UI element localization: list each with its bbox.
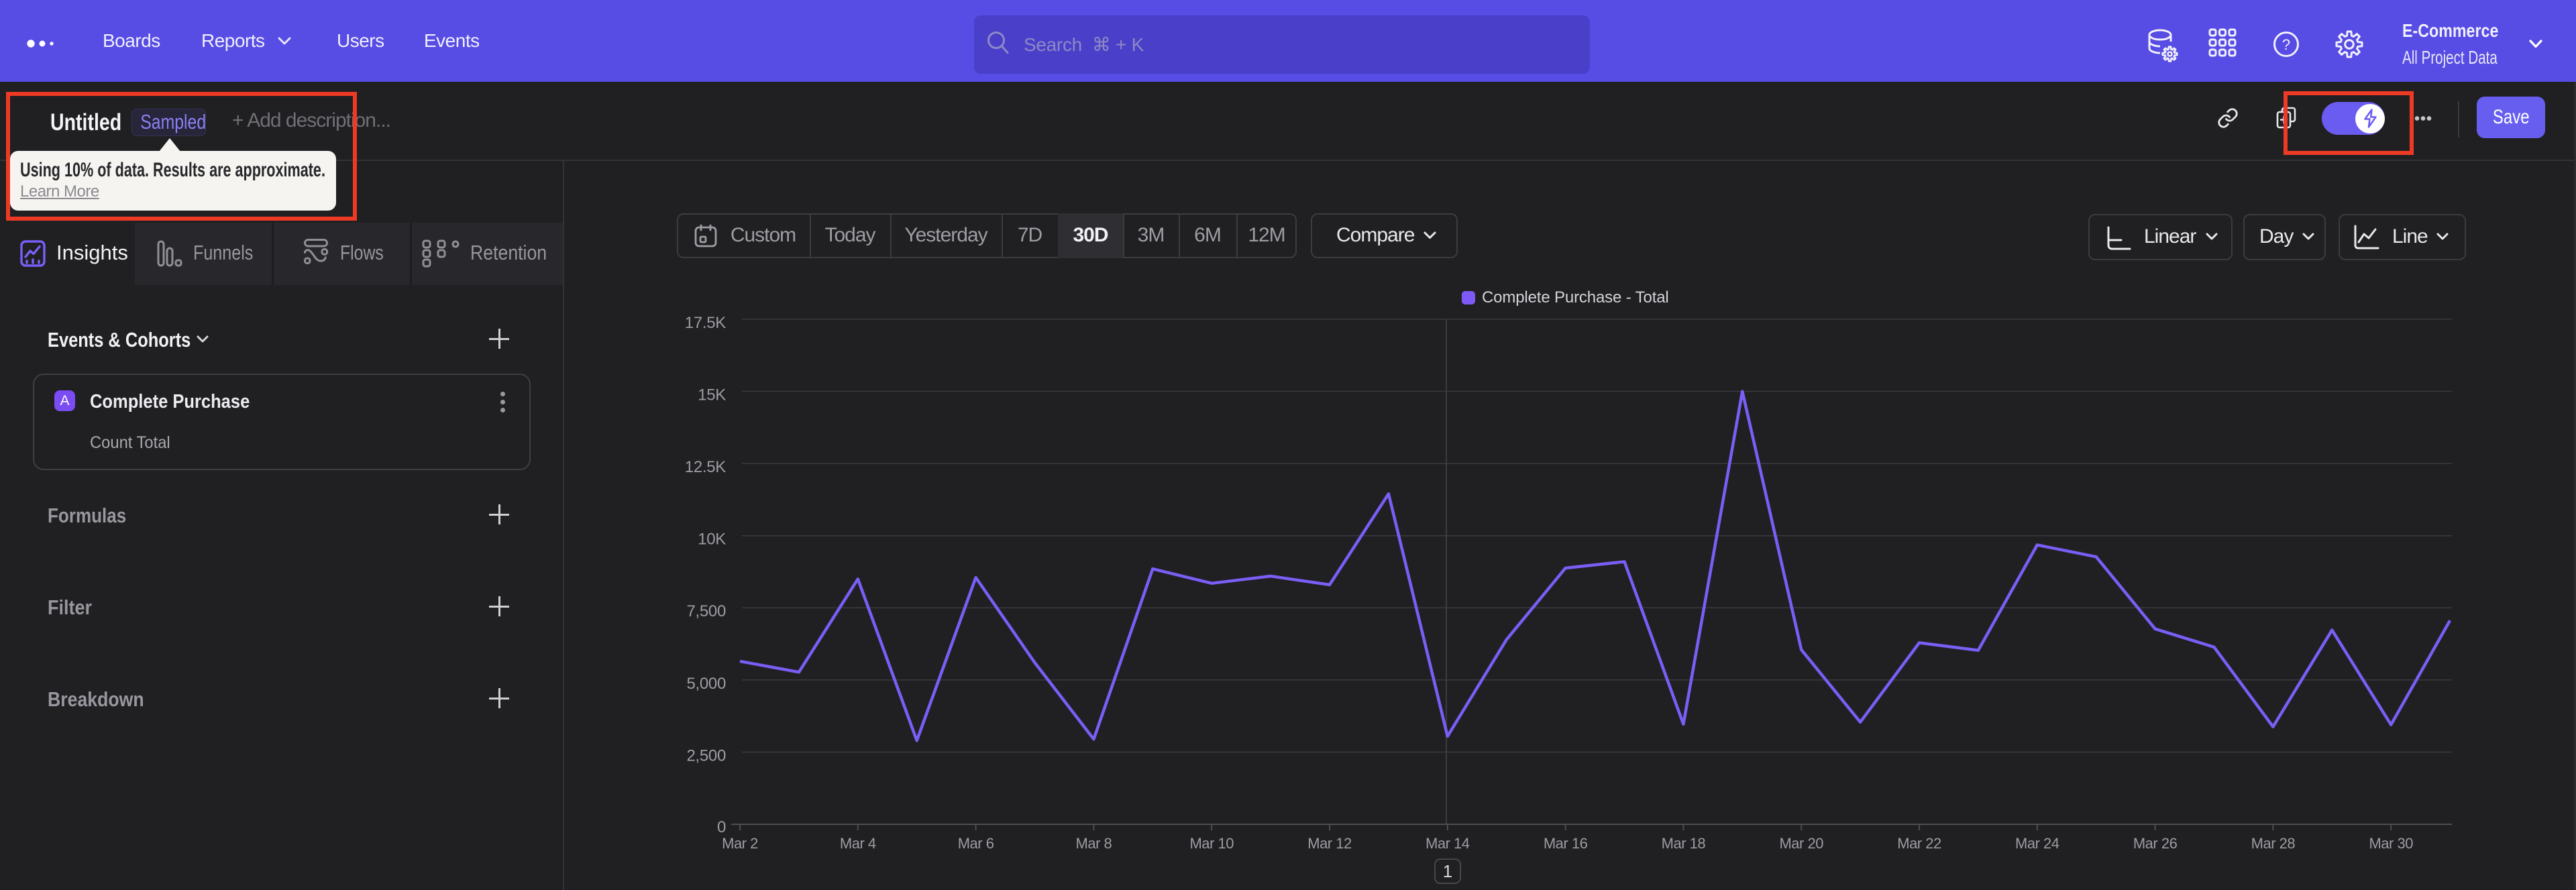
svg-text:Mar 12: Mar 12 bbox=[1307, 835, 1352, 852]
svg-text:12.5K: 12.5K bbox=[685, 458, 727, 476]
svg-text:15K: 15K bbox=[698, 386, 726, 404]
svg-text:Mar 6: Mar 6 bbox=[958, 835, 994, 852]
svg-text:Mar 28: Mar 28 bbox=[2251, 835, 2296, 852]
svg-text:Mar 2: Mar 2 bbox=[722, 835, 758, 852]
svg-text:Mar 26: Mar 26 bbox=[2133, 835, 2178, 852]
svg-text:Mar 18: Mar 18 bbox=[1662, 835, 1706, 852]
svg-text:Mar 14: Mar 14 bbox=[1426, 835, 1470, 852]
svg-text:Mar 10: Mar 10 bbox=[1189, 835, 1234, 852]
svg-text:Mar 30: Mar 30 bbox=[2369, 835, 2413, 852]
svg-text:Mar 8: Mar 8 bbox=[1076, 835, 1112, 852]
svg-text:Mar 22: Mar 22 bbox=[1897, 835, 1941, 852]
svg-text:Mar 20: Mar 20 bbox=[1779, 835, 1823, 852]
svg-text:17.5K: 17.5K bbox=[685, 314, 727, 332]
svg-text:Mar 4: Mar 4 bbox=[840, 835, 876, 852]
svg-text:5,000: 5,000 bbox=[686, 675, 726, 693]
svg-text:Mar 24: Mar 24 bbox=[2015, 835, 2059, 852]
svg-text:Mar 16: Mar 16 bbox=[1544, 835, 1588, 852]
svg-text:2,500: 2,500 bbox=[686, 746, 726, 765]
svg-text:10K: 10K bbox=[698, 531, 726, 549]
svg-text:7,500: 7,500 bbox=[686, 602, 726, 620]
svg-text:0: 0 bbox=[717, 818, 726, 836]
